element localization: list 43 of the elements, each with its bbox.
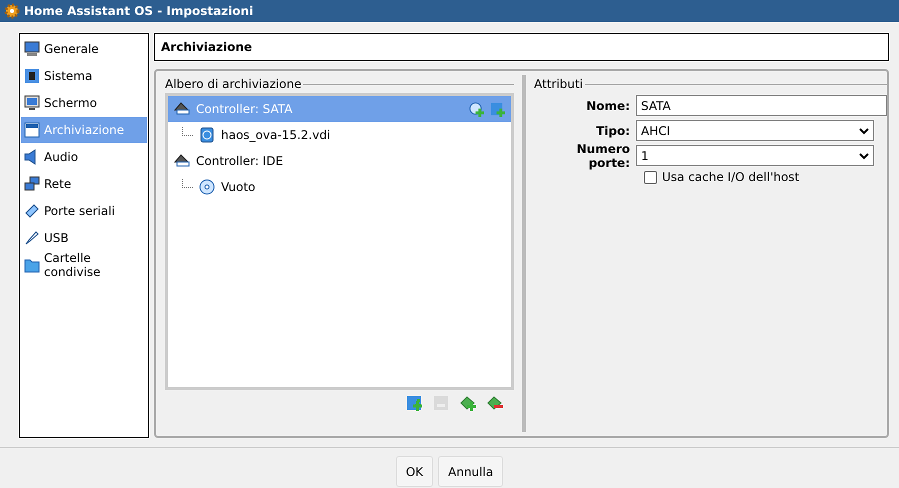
- display-icon: [24, 95, 40, 111]
- serial-icon: [24, 203, 40, 219]
- sidebar-item[interactable]: USB: [21, 225, 147, 251]
- optical-icon: [199, 179, 215, 195]
- usb-icon: [24, 230, 40, 246]
- chevron-icon: [859, 152, 869, 160]
- add-optical-icon[interactable]: [469, 102, 484, 116]
- monitor-icon: [24, 41, 40, 57]
- chevron-icon: [859, 126, 869, 134]
- group-title: Albero di archiviazione: [165, 77, 302, 91]
- network-icon: [24, 176, 40, 192]
- page-title: Archiviazione: [154, 33, 889, 61]
- add-disk-button[interactable]: [406, 395, 423, 412]
- controller-icon: [174, 101, 190, 117]
- dialog-button[interactable]: Annulla: [438, 456, 504, 487]
- window-title: Home Assistant OS - Impostazioni: [24, 4, 254, 18]
- sidebar-item[interactable]: Porte seriali: [21, 198, 147, 224]
- group-title: Attributi: [534, 77, 583, 91]
- type-dropdown[interactable]: AHCI: [636, 120, 874, 141]
- name-field[interactable]: SATA: [636, 95, 887, 116]
- add-controller-button[interactable]: [460, 395, 477, 412]
- gear-icon: [4, 3, 20, 19]
- folder-icon: [24, 257, 40, 273]
- field-label: Nome:: [585, 98, 630, 112]
- sidebar-item[interactable]: Audio: [21, 144, 147, 170]
- storage-icon: [24, 122, 40, 138]
- sidebar-item[interactable]: Schermo: [21, 90, 147, 116]
- tree-item[interactable]: haos_ova-15.2.vdi: [168, 122, 511, 148]
- sidebar-item[interactable]: Cartelle condivise: [21, 252, 147, 278]
- tree-item[interactable]: Controller: IDE: [168, 148, 511, 174]
- field-label: Numero porte:: [576, 142, 630, 170]
- ports-dropdown[interactable]: 1: [636, 145, 874, 166]
- checkbox[interactable]: [644, 170, 657, 184]
- checkbox-label: Usa cache I/O dell'host: [662, 170, 800, 184]
- controller-icon: [174, 153, 190, 169]
- sidebar-item[interactable]: Generale: [21, 36, 147, 62]
- sidebar-item[interactable]: Sistema: [21, 63, 147, 89]
- tree-item[interactable]: Vuoto: [168, 174, 511, 200]
- field-label: Tipo:: [595, 124, 630, 138]
- chip-icon: [24, 68, 40, 84]
- remove-controller-button[interactable]: [487, 395, 504, 412]
- dialog-button[interactable]: OK: [396, 456, 434, 487]
- sidebar-item[interactable]: Rete: [21, 171, 147, 197]
